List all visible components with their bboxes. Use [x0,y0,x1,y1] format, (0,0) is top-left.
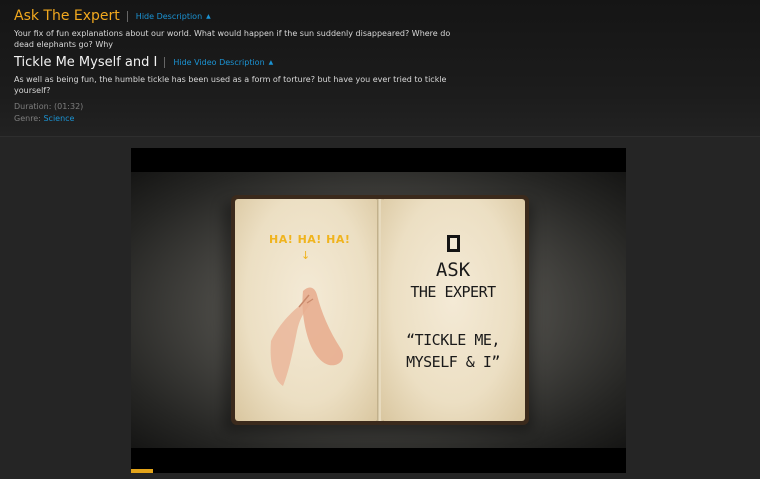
hide-video-description-label[interactable]: Hide Video Description [173,58,264,67]
progress-fill [131,469,154,473]
notebook-illustration: HA! HA! HA! ↓ ASK THE EXPERT “TICKLE ME,… [231,195,529,425]
genre-link[interactable]: Science [43,114,74,123]
show-title-row: Ask The Expert Hide Description ▲ [14,8,211,24]
haha-text: HA! HA! HA! [269,233,351,246]
episode-description: As well as being fun, the humble tickle … [14,75,447,95]
hide-video-description-link[interactable]: Hide Video Description ▲ [173,58,273,67]
duration-label: Duration: (01:32) [14,102,84,111]
video-player[interactable]: HA! HA! HA! ↓ ASK THE EXPERT “TICKLE ME,… [131,148,626,473]
ask-text: ASK [435,259,471,281]
episode-quote-line1: “TICKLE ME, [406,331,500,349]
hands-illustration [270,287,344,386]
the-expert-text: THE EXPERT [410,283,496,301]
progress-bar[interactable] [131,469,626,473]
show-title: Ask The Expert [14,8,120,24]
genre-row: Genre: Science [14,114,74,123]
hide-description-label[interactable]: Hide Description [136,12,202,21]
divider [164,57,166,68]
episode-title-row: Tickle Me Myself and I Hide Video Descri… [14,55,273,70]
genre-label: Genre: [14,114,41,123]
hide-description-link[interactable]: Hide Description ▲ [136,12,211,21]
episode-title: Tickle Me Myself and I [14,55,158,70]
divider [126,10,128,22]
logo-icon [447,235,460,252]
header-panel: Ask The Expert Hide Description ▲ Your fi… [0,0,760,137]
caret-up-icon[interactable]: ▲ [206,13,211,20]
right-page: ASK THE EXPERT “TICKLE ME, MYSELF & I” [381,199,525,421]
video-frame[interactable]: HA! HA! HA! ↓ ASK THE EXPERT “TICKLE ME,… [131,172,626,448]
arrow-down-icon: ↓ [301,249,311,262]
episode-quote-line2: MYSELF & I” [406,353,500,371]
caret-up-icon[interactable]: ▲ [269,59,274,66]
left-page: HA! HA! HA! ↓ [235,199,379,421]
show-description: Your fix of fun explanations about our w… [14,29,451,49]
